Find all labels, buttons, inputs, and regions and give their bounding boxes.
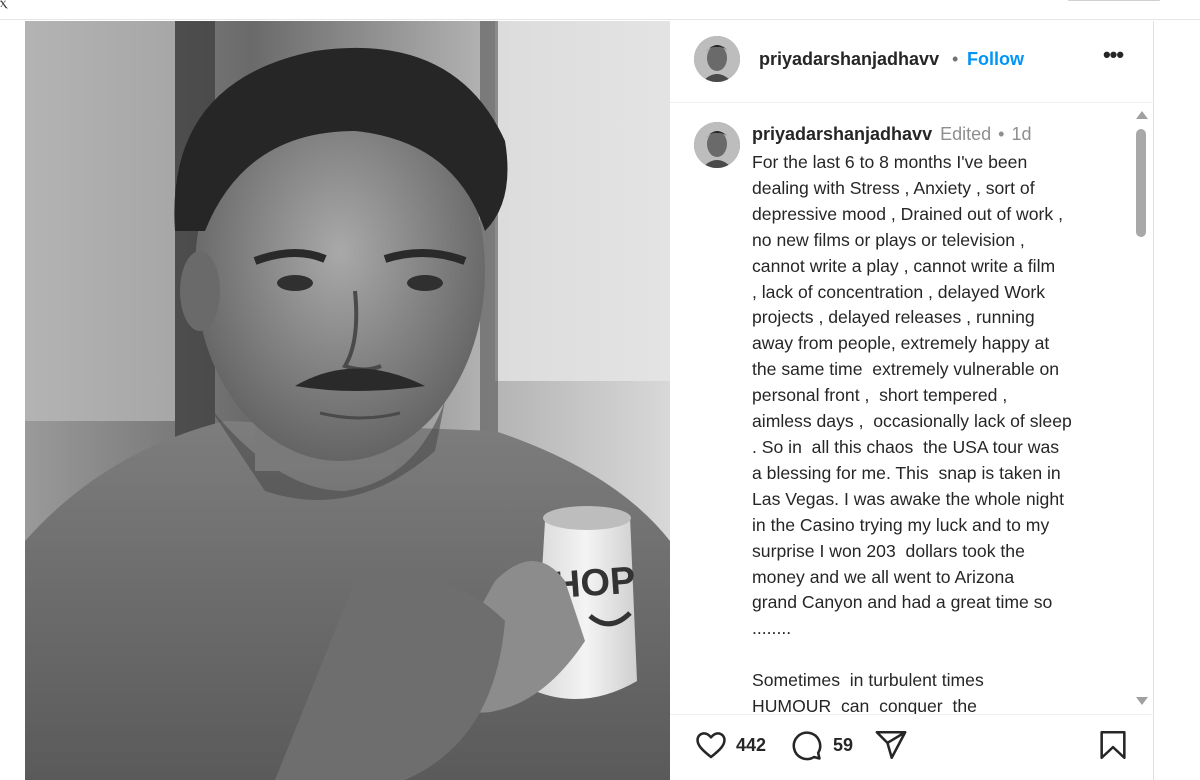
bookmark-icon-graphic — [1100, 730, 1126, 760]
caption-line: Las Vegas. I was awake the whole night — [752, 488, 1064, 509]
comments-count[interactable]: 59 — [833, 735, 853, 756]
author-avatar-image — [694, 36, 740, 82]
post-photo-illustration: IHOP — [25, 21, 670, 780]
caption-line: personal front , short tempered , — [752, 385, 1008, 406]
browser-top-bar: ⲭ — [0, 0, 1200, 20]
comments-area[interactable]: priyadarshanjadhavv Edited • 1d For the … — [670, 104, 1154, 714]
caption-line: surprise I won 203 dollars took the — [752, 540, 1025, 561]
caption-timestamp[interactable]: 1d — [1012, 124, 1032, 144]
post-side-panel: priyadarshanjadhavv • Follow ••• priyada… — [670, 21, 1154, 780]
edited-label: Edited — [940, 124, 992, 144]
caption-line: a blessing for me. This snap is taken in — [752, 462, 1061, 483]
caption-text: For the last 6 to 8 months I've been deal… — [752, 150, 1122, 714]
caption-line: HUMOUR can conquer the — [752, 696, 977, 714]
author-avatar[interactable] — [694, 36, 740, 82]
post-header: priyadarshanjadhavv • Follow ••• — [670, 21, 1154, 103]
caption-meta: priyadarshanjadhavv Edited • 1d — [752, 124, 1032, 145]
post-actions-bar: 442 59 — [670, 714, 1154, 780]
caption-line: no new films or plays or television , — [752, 229, 1025, 250]
caption-line: grand Canyon and had a great time so — [752, 592, 1053, 613]
comment-bubble-icon[interactable] — [789, 728, 823, 762]
caption-line: the same time extremely vulnerable on — [752, 359, 1060, 380]
caption-line: Sometimes in turbulent times — [752, 670, 984, 691]
caption-line: projects , delayed releases , running — [752, 307, 1035, 328]
top-edge-control[interactable] — [1068, 0, 1160, 1]
caption-avatar[interactable] — [694, 122, 740, 168]
paper-plane-icon[interactable] — [874, 728, 908, 762]
caption-separator: • — [998, 124, 1005, 144]
heart-icon[interactable] — [694, 728, 728, 762]
header-separator: • — [952, 49, 959, 69]
follow-button[interactable]: Follow — [967, 49, 1024, 70]
scroll-down-arrow-icon[interactable] — [1136, 697, 1148, 705]
caption-line: money and we all went to Arizona — [752, 566, 1015, 587]
caption-line: away from people, extremely happy at — [752, 333, 1050, 354]
likes-count[interactable]: 442 — [736, 735, 766, 756]
caption-line: in the Casino trying my luck and to my — [752, 514, 1050, 535]
caption-line: dealing with Stress , Anxiety , sort of — [752, 177, 1035, 198]
caption-username-link[interactable]: priyadarshanjadhavv — [752, 124, 932, 144]
caption-avatar-image — [694, 122, 740, 168]
scrollbar-thumb[interactable] — [1136, 129, 1146, 237]
caption-line: ........ — [752, 618, 792, 639]
scroll-up-arrow-icon[interactable] — [1136, 111, 1148, 119]
caption-line: . So in all this chaos the USA tour was — [752, 436, 1060, 457]
caption-line: , lack of concentration , delayed Work — [752, 281, 1046, 302]
comment-icon-graphic — [792, 731, 822, 761]
top-edge-glyph: ⲭ — [0, 0, 7, 10]
more-options-icon[interactable]: ••• — [1098, 44, 1128, 71]
author-username-link[interactable]: priyadarshanjadhavv — [759, 49, 939, 70]
caption-line — [752, 642, 1122, 668]
share-icon-graphic — [875, 730, 907, 760]
caption-line: cannot write a play , cannot write a fil… — [752, 255, 1056, 276]
bookmark-icon[interactable] — [1096, 728, 1130, 762]
caption-line: depressive mood , Drained out of work , — [752, 203, 1063, 224]
caption-line: For the last 6 to 8 months I've been — [752, 152, 1028, 172]
caption-line: aimless days , occasionally lack of slee… — [752, 411, 1072, 432]
heart-icon-graphic — [696, 732, 726, 759]
comments-scrollbar[interactable] — [1132, 107, 1150, 711]
post-image[interactable]: IHOP — [25, 21, 670, 780]
